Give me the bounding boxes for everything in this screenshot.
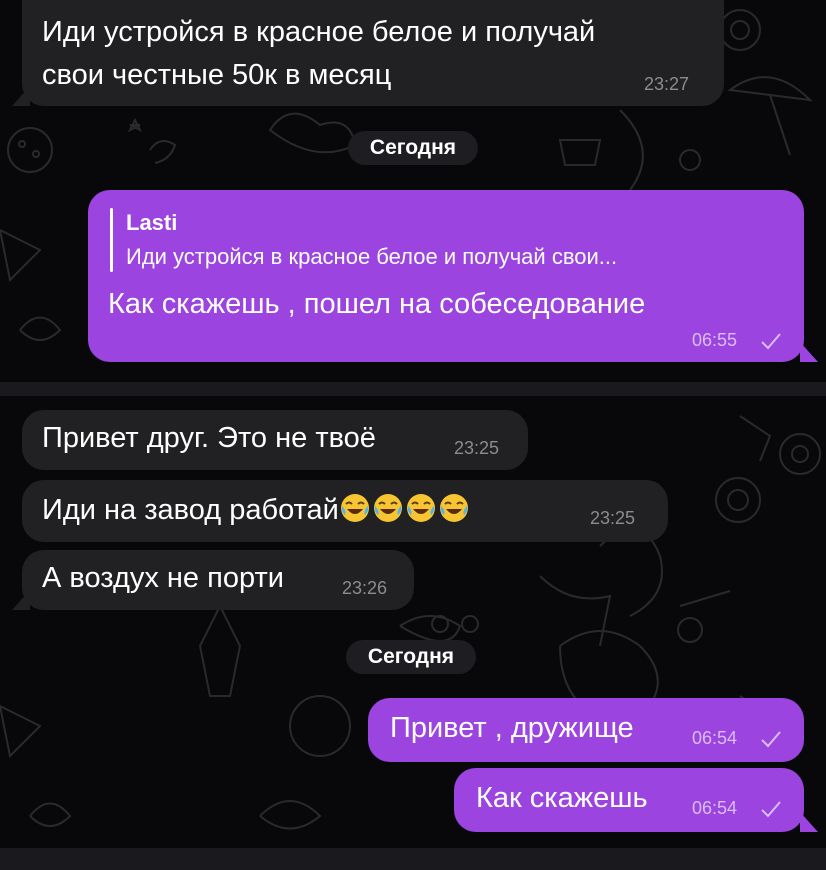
chat-panel-bottom: Привет друг. Это не твоё 23:25 Иди на за… [0,396,826,848]
read-check-icon [761,333,781,350]
message-text: Привет друг. Это не твоё [42,422,376,454]
message-time: 23:27 [644,74,690,94]
message-text: Иди на завод работай [42,492,471,528]
read-check-icon [761,801,781,818]
laughing-emoji-icon [406,494,435,522]
message-text: А воздух не порти [42,562,284,594]
message-time: 23:26 [342,578,388,598]
message-text-line-2: свои честные 50к в месяц [42,59,392,91]
date-separator: Сегодня [346,640,476,674]
incoming-message[interactable]: Привет друг. Это не твоё 23:25 [22,410,528,470]
read-check-icon [761,731,781,748]
message-text: Привет , дружище [390,712,634,744]
reply-author: Lasti [126,210,178,235]
outgoing-message[interactable]: Привет , дружище 06:54 [368,698,804,762]
message-time: 06:54 [692,798,738,818]
message-text-line-1: Иди устройся в красное белое и получай [42,16,596,48]
message-time: 06:55 [692,330,738,350]
screenshot-divider [0,382,826,396]
outgoing-reply-message[interactable]: Lasti Иди устройся в красное белое и пол… [88,190,804,362]
bubble-tail [12,590,30,610]
message-time: 23:25 [590,508,636,528]
chat-panel-top: Иди устройся в красное белое и получай с… [0,0,826,382]
laughing-emoji-icon [339,494,471,526]
screenshot-divider [0,848,826,870]
message-text-body: Иди на завод работай [42,494,339,526]
reply-quote-bar [110,208,113,272]
incoming-message[interactable]: А воздух не порти 23:26 [22,550,414,610]
incoming-message[interactable]: Иди устройся в красное белое и получай с… [22,0,724,106]
outgoing-message[interactable]: Как скажешь 06:54 [454,768,804,832]
message-time: 06:54 [692,728,738,748]
laughing-emoji-icon [340,494,369,522]
laughing-emoji-icon [373,494,402,522]
reply-quoted-text: Иди устройся в красное белое и получай с… [126,244,618,269]
message-text: Как скажешь [476,782,648,814]
incoming-message[interactable]: Иди на завод работай 23:25 [22,480,668,542]
laughing-emoji-icon [439,494,468,522]
message-text: Как скажешь , пошел на собеседование [108,288,646,320]
message-time: 23:25 [454,438,500,458]
bubble-tail [12,86,30,106]
date-separator: Сегодня [348,131,478,165]
